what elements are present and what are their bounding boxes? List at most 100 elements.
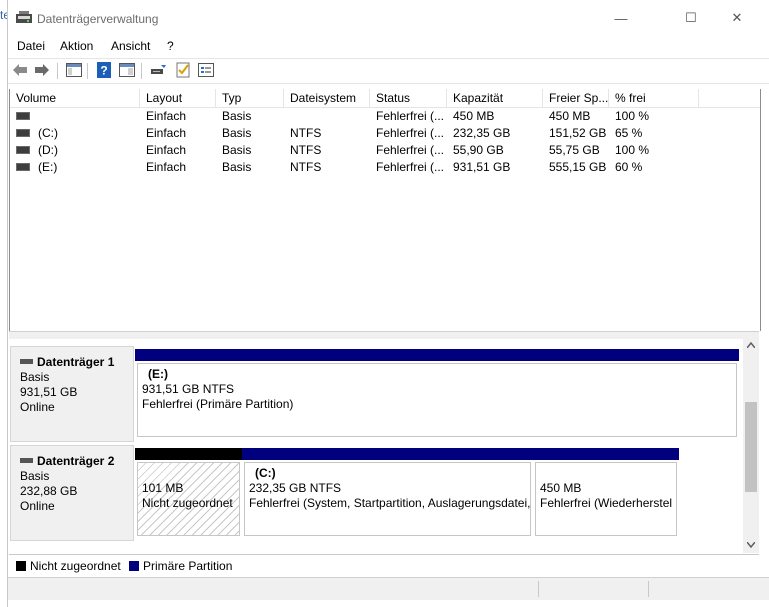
title-bar[interactable]: Datenträgerverwaltung — ☐ ✕ xyxy=(8,0,769,36)
cell-volume xyxy=(10,108,140,125)
close-icon: ✕ xyxy=(731,10,743,25)
minimize-icon: — xyxy=(614,10,628,26)
menu-aktion[interactable]: Aktion xyxy=(60,39,93,53)
partition-c-name: (C:) xyxy=(255,466,276,480)
column-header-status[interactable]: Status xyxy=(370,89,447,107)
svg-text:?: ? xyxy=(100,64,107,78)
list-view-button[interactable] xyxy=(197,62,215,78)
legend-unallocated-label: Nicht zugeordnet xyxy=(30,559,121,573)
menu-ansicht[interactable]: Ansicht xyxy=(111,39,150,53)
cell-layout: Einfach xyxy=(146,126,187,140)
console-tree-icon xyxy=(66,63,82,77)
column-header-kapazitaet[interactable]: Kapazität xyxy=(447,89,543,107)
console-tree-button[interactable] xyxy=(65,62,83,78)
volume-row[interactable]: (E:) Einfach Basis NTFS Fehlerfrei (... … xyxy=(10,159,760,176)
partition-recovery[interactable]: 450 MB Fehlerfrei (Wiederherstel xyxy=(533,448,679,538)
disk-1-title: Datenträger 1 xyxy=(37,355,115,369)
cell-layout: Einfach xyxy=(146,160,187,174)
menu-datei[interactable]: Datei xyxy=(17,39,45,53)
column-header-typ[interactable]: Typ xyxy=(216,89,284,107)
toolbar-separator xyxy=(87,63,88,79)
cell-freier-speicher: 55,75 GB xyxy=(549,143,600,157)
disk-1-state: Online xyxy=(20,400,55,414)
minimize-button[interactable]: — xyxy=(598,4,644,32)
cell-typ: Basis xyxy=(222,126,252,140)
scroll-up-icon[interactable] xyxy=(747,342,755,348)
disk-1-type: Basis xyxy=(20,370,50,384)
column-header-dateisystem[interactable]: Dateisystem xyxy=(284,89,370,107)
status-bar xyxy=(8,577,769,600)
maximize-icon: ☐ xyxy=(685,10,697,25)
cell-kapazitaet: 450 MB xyxy=(453,109,495,123)
disk-2-label[interactable]: Datenträger 2 Basis 232,88 GB Online xyxy=(10,445,134,541)
cell-prozent-frei: 65 % xyxy=(615,126,643,140)
volume-list: Volume Layout Typ Dateisystem Status Kap… xyxy=(9,89,761,331)
cell-status: Fehlerfrei (... xyxy=(376,109,445,123)
legend-primary: Primäre Partition xyxy=(129,559,232,573)
disk-management-app-icon xyxy=(16,11,32,23)
legend-bar: Nicht zugeordnet Primäre Partition xyxy=(9,554,759,576)
drive-icon xyxy=(16,128,30,137)
connect-icon xyxy=(151,65,166,74)
partition-c-body: (C:) 232,35 GB NTFS Fehlerfrei (System, … xyxy=(244,462,531,536)
partition-recovery-body: 450 MB Fehlerfrei (Wiederherstel xyxy=(535,462,677,536)
partition-e-size: 931,51 GB NTFS xyxy=(142,382,235,396)
check-button[interactable] xyxy=(174,62,192,78)
volume-row[interactable]: (C:) Einfach Basis NTFS Fehlerfrei (... … xyxy=(10,125,760,142)
partition-c-status: Fehlerfrei (System, Startpartition, Ausl… xyxy=(249,496,531,510)
cell-prozent-frei: 100 % xyxy=(615,109,650,123)
cell-dateisystem: NTFS xyxy=(290,126,322,140)
toolbar-separator xyxy=(141,63,142,79)
cell-status: Fehlerfrei (... xyxy=(376,160,445,174)
primary-partition-bar xyxy=(135,349,739,361)
back-button[interactable] xyxy=(11,62,29,78)
column-header-freier-speicher[interactable]: Freier Sp... xyxy=(543,89,609,107)
forward-button[interactable] xyxy=(33,62,51,78)
disk-1-label[interactable]: Datenträger 1 Basis 931,51 GB Online xyxy=(10,346,134,442)
cell-volume-name: (C:) xyxy=(38,126,58,140)
status-bar-divider xyxy=(538,581,539,597)
menu-help[interactable]: ? xyxy=(167,39,174,53)
scrollbar-thumb[interactable] xyxy=(745,402,757,492)
check-icon xyxy=(176,62,190,78)
scroll-down-icon[interactable] xyxy=(747,542,755,548)
cell-volume-name: (D:) xyxy=(38,143,58,157)
partition-e-body: (E:) 931,51 GB NTFS Fehlerfrei (Primäre … xyxy=(137,363,737,437)
close-button[interactable]: ✕ xyxy=(714,4,760,32)
legend-primary-label: Primäre Partition xyxy=(143,559,233,573)
forward-arrow-icon xyxy=(35,64,49,76)
properties-button[interactable] xyxy=(118,62,136,78)
partition-e-name: (E:) xyxy=(148,367,168,381)
column-header-volume[interactable]: Volume xyxy=(10,89,140,107)
cell-dateisystem: NTFS xyxy=(290,143,322,157)
volume-row[interactable]: (D:) Einfach Basis NTFS Fehlerfrei (... … xyxy=(10,142,760,159)
menu-bar: Datei Aktion Ansicht ? xyxy=(8,36,769,56)
connect-button[interactable] xyxy=(149,62,167,78)
back-arrow-icon xyxy=(13,64,27,76)
column-header-layout[interactable]: Layout xyxy=(140,89,216,107)
partition-c[interactable]: (C:) 232,35 GB NTFS Fehlerfrei (System, … xyxy=(242,448,533,538)
maximize-button[interactable]: ☐ xyxy=(668,4,714,32)
cell-volume: (E:) xyxy=(10,159,140,176)
partition-recovery-size: 450 MB xyxy=(540,481,582,495)
properties-icon xyxy=(119,63,135,77)
cell-kapazitaet: 931,51 GB xyxy=(453,160,511,174)
disk-2-size: 232,88 GB xyxy=(20,484,78,498)
list-view-icon xyxy=(198,63,214,77)
disk-1-size: 931,51 GB xyxy=(20,385,78,399)
drive-icon xyxy=(16,162,30,171)
toolbar: ? xyxy=(8,58,769,84)
graphical-view-scrollbar[interactable] xyxy=(743,339,759,553)
disk-graphical-view: Datenträger 1 Basis 931,51 GB Online (E:… xyxy=(9,339,743,546)
legend-unallocated: Nicht zugeordnet xyxy=(16,559,121,573)
partition-unallocated-size: 101 MB xyxy=(142,481,184,495)
volume-list-header: Volume Layout Typ Dateisystem Status Kap… xyxy=(10,89,760,108)
volume-row[interactable]: Einfach Basis Fehlerfrei (... 450 MB 450… xyxy=(10,108,760,125)
cell-layout: Einfach xyxy=(146,143,187,157)
help-button[interactable]: ? xyxy=(95,62,113,78)
legend-swatch-primary xyxy=(129,560,139,571)
cell-volume: (C:) xyxy=(10,125,140,142)
column-header-prozent-frei[interactable]: % frei xyxy=(609,89,699,107)
partition-e[interactable]: (E:) 931,51 GB NTFS Fehlerfrei (Primäre … xyxy=(135,349,739,439)
partition-unallocated[interactable]: 101 MB Nicht zugeordnet xyxy=(135,448,242,538)
